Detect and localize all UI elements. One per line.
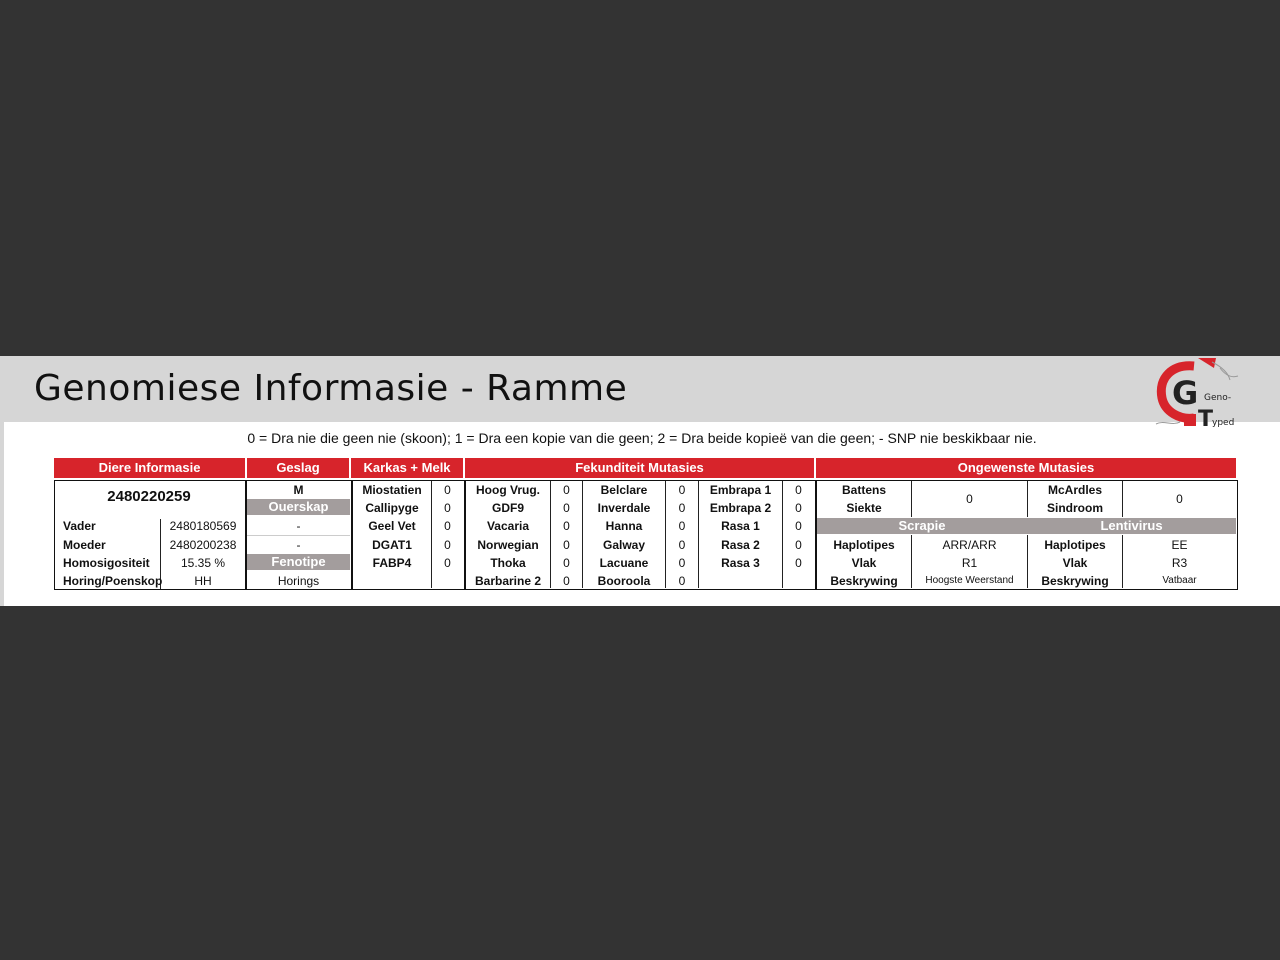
fek2-label-4: Galway xyxy=(602,538,646,552)
fek3-value-2: 0 xyxy=(795,501,802,515)
scrapie-beskrywing-label: Beskrywing xyxy=(830,574,898,588)
fek3-label-3: Rasa 1 xyxy=(721,519,760,533)
fek3-value-5: 0 xyxy=(795,556,802,570)
fek3-label-5: Rasa 3 xyxy=(721,556,760,570)
header-geslag: Geslag xyxy=(247,458,349,478)
karkas-label-2: Callipyge xyxy=(365,501,419,515)
battens-value: 0 xyxy=(966,492,973,506)
fekunditeit-panel: Hoog Vrug. 0 GDF9 0 Vacaria 0 Norwegian … xyxy=(465,480,816,590)
karkas-value-4: 0 xyxy=(444,538,451,552)
fek1-label-3: Vacaria xyxy=(486,519,530,533)
ouerskap-vader: - xyxy=(296,519,301,533)
karkas-value-2: 0 xyxy=(444,501,451,515)
fenotipe-label: Fenotipe xyxy=(247,554,350,570)
scrapie-header: Scrapie xyxy=(817,518,1027,534)
lentivirus-header: Lentivirus xyxy=(1027,518,1236,534)
fek1-label-1: Hoog Vrug. xyxy=(476,483,540,497)
geno-typed-logo: G Geno- T yped xyxy=(1155,358,1239,430)
scrapie-beskrywing-value: Hoogste Weerstand xyxy=(925,575,1014,586)
fek2-label-2: Inverdale xyxy=(597,501,651,515)
scrapie-vlak-label: Vlak xyxy=(851,556,877,570)
vader-value: 2480180569 xyxy=(169,519,237,533)
logo-text-bottom: yped xyxy=(1212,418,1234,428)
vader-label: Vader xyxy=(63,519,96,533)
mcardles-label-2: Sindroom xyxy=(1047,501,1103,515)
fek1-value-6: 0 xyxy=(563,574,570,588)
fek1-label-5: Thoka xyxy=(490,556,526,570)
karkas-label-4: DGAT1 xyxy=(372,538,412,552)
legend-text: 0 = Dra nie die geen nie (skoon); 1 = Dr… xyxy=(247,430,1037,446)
horing-value: HH xyxy=(194,574,212,588)
lentivirus-haplotipes-label: Haplotipes xyxy=(1044,538,1106,552)
fek1-label-2: GDF9 xyxy=(491,501,524,515)
lentivirus-haplotipes-value: EE xyxy=(1171,538,1188,552)
mcardles-label-1: McArdles xyxy=(1047,483,1103,497)
lentivirus-beskrywing-value: Vatbaar xyxy=(1162,575,1197,586)
fek2-value-6: 0 xyxy=(678,574,686,588)
fek2-value-3: 0 xyxy=(678,519,686,533)
fek3-label-2: Embrapa 2 xyxy=(709,501,772,515)
title-bar: Genomiese Informasie - Ramme xyxy=(4,356,1280,422)
logo-letter-g: G xyxy=(1172,374,1198,412)
fek3-value-4: 0 xyxy=(795,538,802,552)
horing-label: Horing/Poenskop xyxy=(63,574,163,588)
logo-letter-t: T xyxy=(1198,407,1213,430)
fek1-value-1: 0 xyxy=(563,483,570,497)
homosigositeit-value: 15.35 % xyxy=(180,556,226,570)
header-diere-informasie: Diere Informasie xyxy=(54,458,245,478)
fek2-label-6: Booroola xyxy=(597,574,651,588)
header-fekunditeit: Fekunditeit Mutasies xyxy=(465,458,814,478)
fek1-value-4: 0 xyxy=(563,538,570,552)
fek1-label-4: Norwegian xyxy=(477,538,539,552)
fek1-value-5: 0 xyxy=(563,556,570,570)
moeder-value: 2480200238 xyxy=(169,538,237,552)
ongewenste-panel: Battens Siekte 0 McArdles Sindroom 0 Scr… xyxy=(816,480,1238,590)
battens-label-1: Battens xyxy=(841,483,886,497)
header-ongewenste: Ongewenste Mutasies xyxy=(816,458,1236,478)
fek2-label-1: Belclare xyxy=(600,483,648,497)
karkas-melk-panel: Miostatien 0 Callipyge 0 Geel Vet 0 DGAT… xyxy=(352,480,465,590)
fek1-label-6: Barbarine 2 xyxy=(474,574,542,588)
fek2-label-5: Lacuane xyxy=(599,556,649,570)
fek3-label-4: Rasa 2 xyxy=(721,538,760,552)
lentivirus-beskrywing-label: Beskrywing xyxy=(1041,574,1109,588)
mcardles-value: 0 xyxy=(1176,492,1183,506)
diere-informasie-panel: 2480220259 Vader 2480180569 Moeder 24802… xyxy=(54,480,246,590)
karkas-value-1: 0 xyxy=(444,483,451,497)
geslag-value: M xyxy=(293,483,304,497)
homosigositeit-label: Homosigositeit xyxy=(63,556,150,570)
battens-label-2: Siekte xyxy=(846,501,882,515)
karkas-value-3: 0 xyxy=(444,519,451,533)
lentivirus-vlak-label: Vlak xyxy=(1062,556,1088,570)
scrapie-haplotipes-value: ARR/ARR xyxy=(942,538,997,552)
karkas-label-1: Miostatien xyxy=(362,483,422,497)
logo-text-top: Geno- xyxy=(1204,393,1231,403)
fek2-value-2: 0 xyxy=(678,501,686,515)
fek2-label-3: Hanna xyxy=(605,519,643,533)
lentivirus-vlak-value: R3 xyxy=(1171,556,1188,570)
fek3-label-1: Embrapa 1 xyxy=(709,483,772,497)
geslag-panel: M Ouerskap - - Fenotipe Horings xyxy=(246,480,352,590)
fek2-value-5: 0 xyxy=(678,556,686,570)
scrapie-vlak-value: R1 xyxy=(961,556,978,570)
fek1-value-2: 0 xyxy=(563,501,570,515)
karkas-value-5: 0 xyxy=(444,556,451,570)
animal-id: 2480220259 xyxy=(107,488,191,505)
header-karkas-melk: Karkas + Melk xyxy=(351,458,463,478)
fek1-value-3: 0 xyxy=(563,519,570,533)
fek3-value-3: 0 xyxy=(795,519,802,533)
karkas-label-5: FABP4 xyxy=(372,556,412,570)
ouerskap-moeder: - xyxy=(296,538,301,552)
scrapie-haplotipes-label: Haplotipes xyxy=(833,538,895,552)
report-sheet: Genomiese Informasie - Ramme G Geno- T y… xyxy=(0,356,1280,606)
page-title: Genomiese Informasie - Ramme xyxy=(34,368,628,409)
fek3-value-1: 0 xyxy=(795,483,802,497)
fenotipe-value: Horings xyxy=(277,574,320,588)
fek2-value-1: 0 xyxy=(678,483,686,497)
karkas-label-3: Geel Vet xyxy=(368,519,416,533)
fek2-value-4: 0 xyxy=(678,538,686,552)
ouerskap-label: Ouerskap xyxy=(247,499,350,515)
moeder-label: Moeder xyxy=(63,538,106,552)
